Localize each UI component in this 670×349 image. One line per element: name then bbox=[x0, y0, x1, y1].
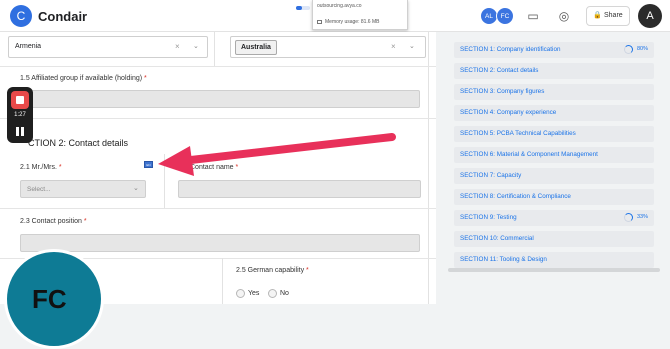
scrollbar[interactable] bbox=[448, 268, 660, 272]
section-nav-item[interactable]: SECTION 8: Certification & Compliance bbox=[454, 189, 654, 205]
section-nav-item[interactable]: SECTION 10: Commercial bbox=[454, 231, 654, 247]
section-progress: 33% bbox=[636, 214, 648, 220]
section-nav-label: SECTION 5: PCBA Technical Capabilities bbox=[460, 130, 576, 137]
section-nav-label: SECTION 4: Company experience bbox=[460, 109, 557, 116]
section-nav-label: SECTION 7: Capacity bbox=[460, 172, 522, 179]
section-nav-item[interactable]: SECTION 2: Contact details bbox=[454, 63, 654, 79]
section-nav-label: SECTION 2: Contact details bbox=[460, 67, 539, 74]
section-nav-label: SECTION 11: Tooling & Design bbox=[460, 256, 547, 263]
progress-spinner-icon bbox=[624, 45, 633, 54]
section-nav-item[interactable]: SECTION 3: Company figures bbox=[454, 84, 654, 100]
section-nav-label: SECTION 8: Certification & Compliance bbox=[460, 193, 571, 200]
arrow-shaft bbox=[178, 133, 396, 165]
section-nav-item[interactable]: SECTION 7: Capacity bbox=[454, 168, 654, 184]
section-nav-label: SECTION 9: Testing bbox=[460, 214, 517, 221]
section-nav-label: SECTION 6: Material & Component Manageme… bbox=[460, 151, 598, 158]
section-navigator: SECTION 1: Company identification 80% SECT… bbox=[436, 32, 670, 304]
section-nav-item[interactable]: SECTION 5: PCBA Technical Capabilities bbox=[454, 126, 654, 142]
section-nav-item[interactable]: SECTION 6: Material & Component Manageme… bbox=[454, 147, 654, 163]
section-nav-item[interactable]: SECTION 11: Tooling & Design bbox=[454, 252, 654, 268]
progress-spinner-icon bbox=[624, 213, 633, 222]
section-progress: 80% bbox=[636, 46, 648, 52]
section-nav-label: SECTION 3: Company figures bbox=[460, 88, 545, 95]
section-nav-label: SECTION 1: Company identification bbox=[460, 46, 561, 53]
section-nav-item[interactable]: SECTION 4: Company experience bbox=[454, 105, 654, 121]
arrow-head bbox=[158, 146, 194, 176]
section-nav-item[interactable]: SECTION 9: Testing 33% bbox=[454, 210, 654, 226]
section-nav-item[interactable]: SECTION 1: Company identification 80% bbox=[454, 42, 654, 58]
section-nav-label: SECTION 10: Commercial bbox=[460, 235, 534, 242]
